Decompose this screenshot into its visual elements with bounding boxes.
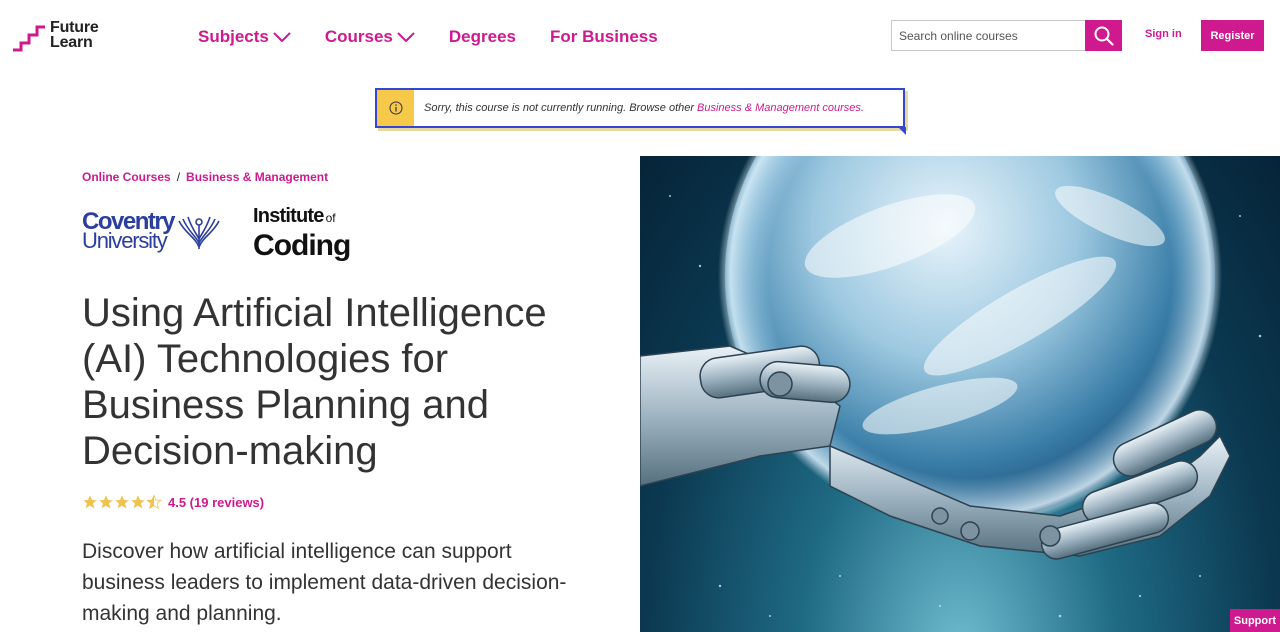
nav-courses[interactable]: Courses (325, 27, 415, 47)
star-icon (83, 495, 97, 509)
ioc-line-1: Institute (253, 205, 324, 227)
ioc-line-2: Coding (253, 229, 351, 262)
logo-line-2: Learn (50, 34, 93, 51)
coventry-wordmark: Coventry University (82, 210, 176, 253)
search-input[interactable] (891, 20, 1086, 51)
stairs-logo-icon (13, 25, 45, 52)
site-header: Future Learn Subjects Courses Degrees Fo… (0, 0, 1280, 76)
course-title: Using Artificial Intelligence (AI) Techn… (82, 291, 547, 473)
phoenix-icon (178, 216, 220, 249)
register-button[interactable]: Register (1201, 20, 1264, 51)
chevron-down-icon (273, 32, 291, 42)
rating-reviews-link[interactable]: 4.5 (19 reviews) (168, 495, 264, 510)
logo-line-1: Future (50, 19, 99, 36)
nav-for-business-label: For Business (550, 27, 658, 46)
star-icon (115, 495, 129, 509)
search-icon (1094, 26, 1114, 46)
robot-hand-earth-image (640, 156, 1262, 618)
notice-message: Sorry, this course is not currently runn… (414, 90, 864, 126)
logo-wordmark: Future Learn (50, 19, 99, 51)
main-nav: Subjects Courses Degrees For Business (198, 27, 692, 47)
breadcrumb-online-courses[interactable]: Online Courses (82, 170, 171, 184)
partner-logos: Coventry University Institute of Coding (82, 202, 351, 262)
chevron-down-icon (397, 32, 415, 42)
breadcrumb: Online Courses / Business & Management (82, 170, 328, 184)
search-bar (891, 20, 1122, 51)
info-icon (377, 90, 414, 126)
course-description: Discover how artificial intelligence can… (82, 540, 567, 625)
breadcrumb-separator: / (176, 170, 181, 184)
coventry-university-logo[interactable]: Coventry University (82, 210, 221, 253)
futurelearn-logo[interactable]: Future Learn (12, 20, 99, 52)
nav-degrees[interactable]: Degrees (449, 27, 516, 47)
course-rating: 4.5 (19 reviews) (82, 494, 264, 510)
nav-subjects[interactable]: Subjects (198, 27, 291, 47)
course-not-running-notice: Sorry, this course is not currently runn… (375, 88, 906, 135)
notice-text: Sorry, this course is not currently runn… (424, 102, 695, 114)
star-rating (82, 494, 162, 510)
notice-tail (898, 127, 906, 135)
institute-of-coding-logo[interactable]: Institute of Coding (253, 202, 351, 262)
star-half-icon (146, 494, 162, 510)
nav-for-business[interactable]: For Business (550, 27, 658, 47)
ioc-of: of (325, 211, 336, 225)
nav-degrees-label: Degrees (448, 27, 516, 46)
breadcrumb-business-management[interactable]: Business & Management (186, 170, 328, 184)
nav-courses-label: Courses (324, 27, 393, 46)
sign-in-link[interactable]: Sign in (1145, 28, 1182, 40)
support-button[interactable]: Support (1230, 609, 1280, 632)
search-button[interactable] (1085, 20, 1122, 51)
star-icon (99, 495, 113, 509)
nav-subjects-label: Subjects (198, 27, 269, 46)
star-icon (131, 495, 145, 509)
course-hero-image (640, 156, 1280, 632)
coventry-line-2: University (82, 228, 168, 253)
notice-browse-link[interactable]: Business & Management courses. (697, 102, 864, 114)
